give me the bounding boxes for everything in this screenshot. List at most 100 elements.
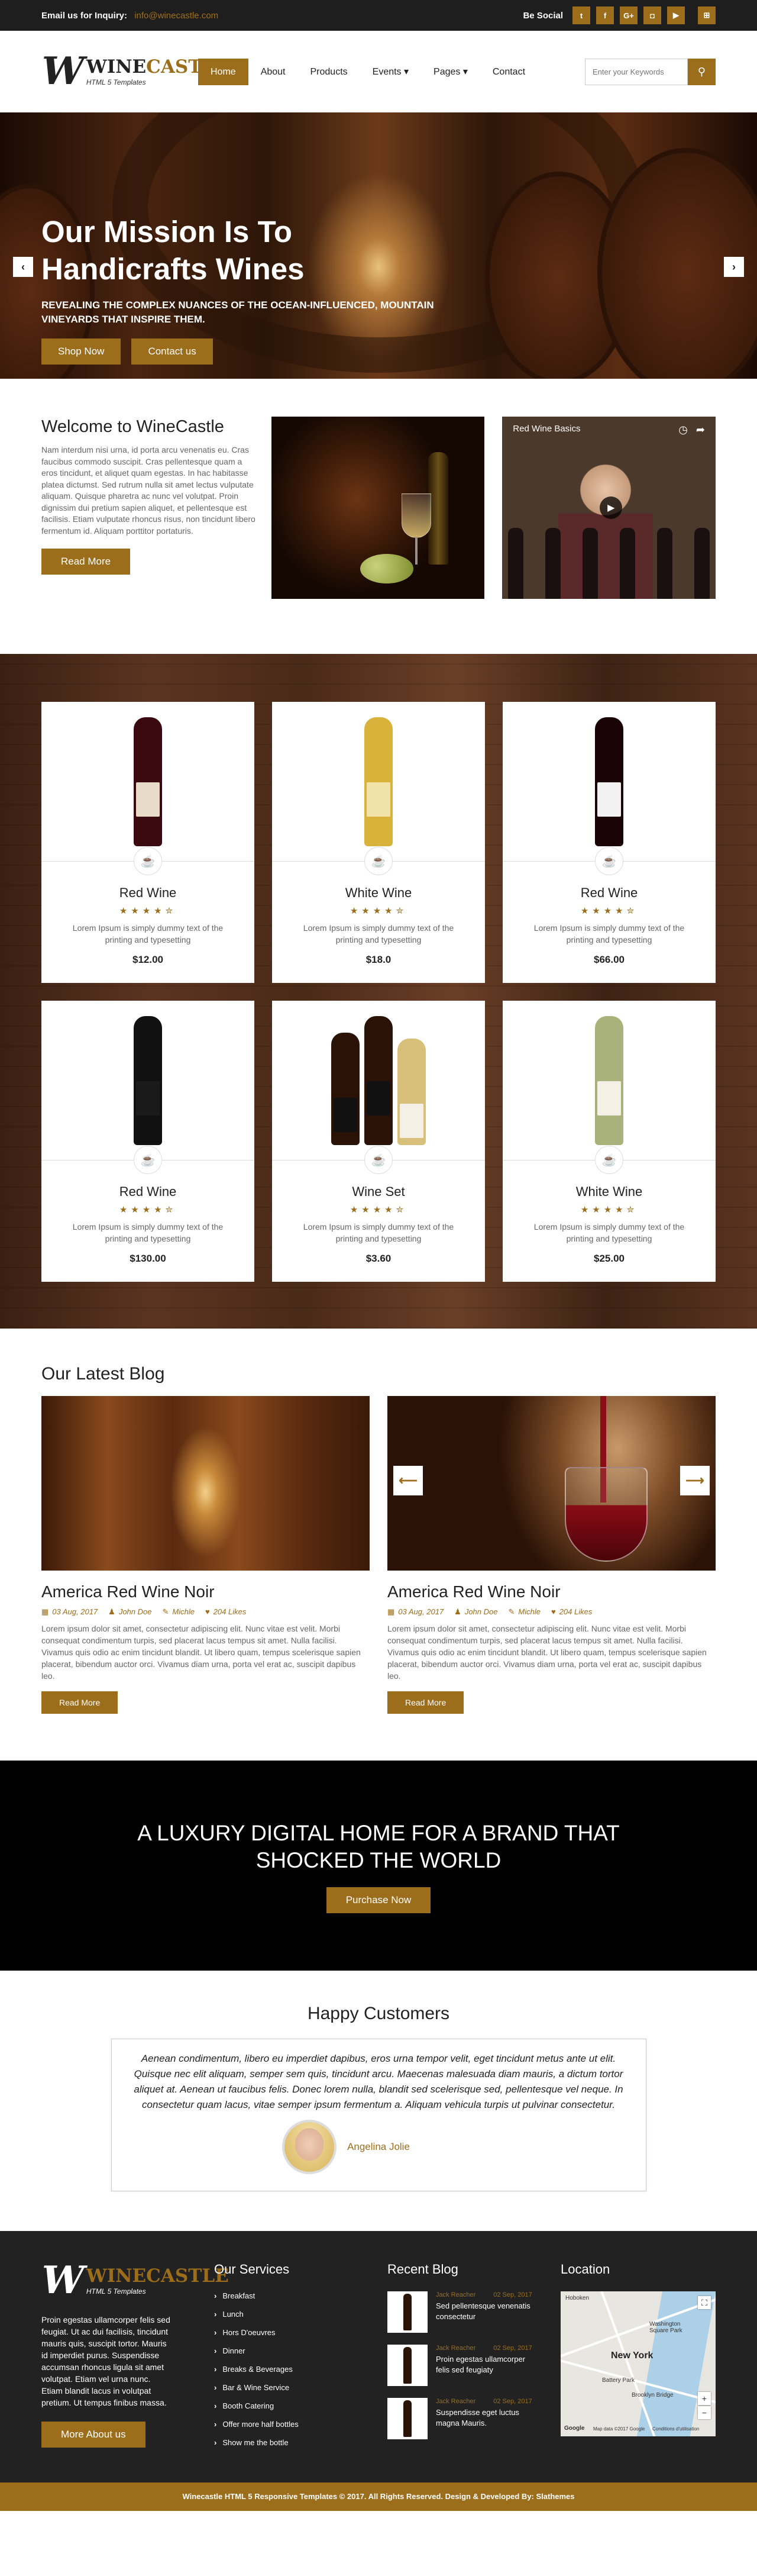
blog-post: America Red Wine Noir ▦ 03 Aug, 2017 ♟ Joh… — [41, 1396, 370, 1714]
zoom-in-icon[interactable]: + — [698, 2392, 711, 2405]
recent-blog-title: Recent Blog — [387, 2262, 458, 2277]
post-likes[interactable]: 204 Likes — [559, 1607, 593, 1617]
product-name[interactable]: Wine Set — [272, 1184, 485, 1200]
recent-post[interactable]: Jack Reacher 02 Sep, 2017 Proin egestas u… — [387, 2345, 561, 2386]
service-item[interactable]: Bar & Wine Service — [214, 2383, 387, 2392]
watch-later-icon[interactable]: ◷ — [678, 424, 688, 436]
map-city-label: New York — [611, 2351, 654, 2361]
slider-prev-button[interactable]: ‹ — [13, 257, 33, 277]
map-label: Washington Square Park — [649, 2321, 682, 2334]
product-description: Lorem Ipsum is simply dummy text of the … — [72, 1222, 224, 1243]
product-card[interactable]: ☕ Red Wine ★★★★✮ Lorem Ipsum is simply d… — [503, 702, 716, 983]
product-price: $18.0 — [365, 954, 392, 965]
recent-post-author: Jack Reacher — [436, 2345, 476, 2352]
product-card[interactable]: ☕ White Wine ★★★★✮ Lorem Ipsum is simply… — [272, 702, 485, 983]
pencil-icon: ✎ — [162, 1607, 169, 1616]
nav-events[interactable]: Events ▾ — [360, 59, 421, 85]
recent-post-thumbnail — [387, 2398, 428, 2439]
blog-meta: ▦ 03 Aug, 2017 ♟ John Doe ✎ Michle ♥ 204 Lik… — [41, 1607, 370, 1617]
more-about-us-button[interactable]: More About us — [41, 2422, 145, 2448]
product-name[interactable]: White Wine — [272, 885, 485, 901]
recent-post[interactable]: Jack Reacher 02 Sep, 2017 Suspendisse ege… — [387, 2398, 561, 2439]
post-category[interactable]: Michle — [518, 1607, 541, 1617]
cart-icon[interactable]: ☕ — [595, 847, 623, 875]
post-author[interactable]: John Doe — [119, 1607, 152, 1617]
nav-home[interactable]: Home — [198, 58, 248, 85]
zoom-out-icon[interactable]: − — [698, 2406, 711, 2419]
post-category[interactable]: Michle — [172, 1607, 195, 1617]
product-card[interactable]: ☕ Red Wine ★★★★✮ Lorem Ipsum is simply d… — [41, 702, 254, 983]
cart-icon[interactable]: ☕ — [134, 847, 162, 875]
google-plus-icon[interactable]: G+ — [620, 7, 638, 24]
instagram-icon[interactable]: ◘ — [643, 7, 661, 24]
cart-icon[interactable]: ☕ — [134, 1146, 162, 1174]
footer-logo[interactable]: W WINECASTLE HTML 5 Templates — [37, 2258, 229, 2303]
recent-post[interactable]: Jack Reacher 02 Sep, 2017 Sed pellentesqu… — [387, 2291, 561, 2333]
logo[interactable]: W WINECASTLE HTML 5 Templates — [37, 49, 229, 94]
nav-contact[interactable]: Contact — [480, 59, 538, 85]
blog-next-button[interactable]: ⟶ — [680, 1466, 710, 1495]
wine-bottle-image — [595, 1016, 623, 1145]
product-image: ☕ — [503, 702, 716, 875]
service-item[interactable]: Offer more half bottles — [214, 2420, 387, 2429]
slider-next-button[interactable]: › — [724, 257, 744, 277]
email-link[interactable]: info@winecastle.com — [134, 11, 218, 21]
twitter-icon[interactable]: t — [572, 7, 590, 24]
service-item[interactable]: Show me the bottle — [214, 2438, 387, 2447]
nav-pages[interactable]: Pages ▾ — [421, 59, 480, 85]
footer: W WINECASTLE HTML 5 Templates Proin eges… — [0, 2231, 757, 2482]
blog-title[interactable]: America Red Wine Noir — [387, 1582, 716, 1601]
recent-post-title[interactable]: Proin egestas ullamcorper felis sed feug… — [436, 2354, 536, 2375]
contact-us-button[interactable]: Contact us — [131, 338, 213, 365]
fullscreen-icon[interactable]: ⛶ — [698, 2296, 711, 2309]
cart-icon[interactable]: ☕ — [364, 847, 393, 875]
product-name[interactable]: Red Wine — [41, 885, 254, 901]
service-item[interactable]: Lunch — [214, 2310, 387, 2319]
inquiry-email: Email us for Inquiry: info@winecastle.co… — [41, 11, 218, 21]
youtube-icon[interactable]: ▶ — [667, 7, 685, 24]
nav-about[interactable]: About — [248, 59, 298, 85]
product-name[interactable]: Red Wine — [41, 1184, 254, 1200]
welcome-title: Welcome to WineCastle — [41, 417, 224, 436]
blog-image[interactable]: ⟵ ⟶ — [387, 1396, 716, 1571]
blog-prev-button[interactable]: ⟵ — [393, 1466, 423, 1495]
recent-post-date: 02 Sep, 2017 — [493, 2398, 532, 2405]
cart-icon[interactable]: ⊞ — [698, 7, 716, 24]
service-item[interactable]: Breaks & Beverages — [214, 2365, 387, 2374]
video-player[interactable]: Red Wine Basics ◷ ➦ ▶ — [502, 417, 716, 599]
product-image: ☕ — [503, 1001, 716, 1174]
service-item[interactable]: Breakfast — [214, 2291, 387, 2300]
hero-title: Our Mission Is To Handicrafts Wines — [41, 215, 305, 286]
nav-products[interactable]: Products — [298, 59, 360, 85]
cart-icon[interactable]: ☕ — [595, 1146, 623, 1174]
share-icon[interactable]: ➦ — [696, 424, 705, 436]
shop-now-button[interactable]: Shop Now — [41, 338, 121, 365]
top-bar: Email us for Inquiry: info@winecastle.co… — [0, 0, 757, 31]
blog-read-more-button[interactable]: Read More — [387, 1691, 464, 1714]
service-item[interactable]: Dinner — [214, 2346, 387, 2355]
service-item[interactable]: Hors D'oeuvres — [214, 2328, 387, 2337]
recent-post-title[interactable]: Sed pellentesque venenatis consectetur — [436, 2301, 536, 2322]
read-more-button[interactable]: Read More — [41, 549, 131, 575]
facebook-icon[interactable]: f — [596, 7, 614, 24]
product-card[interactable]: ☕ Wine Set ★★★★✮ Lorem Ipsum is simply d… — [272, 1001, 485, 1282]
post-author[interactable]: John Doe — [465, 1607, 498, 1617]
blog-image[interactable] — [41, 1396, 370, 1571]
map-label[interactable]: Conditions d'utilisation — [652, 2426, 699, 2432]
recent-post-title[interactable]: Suspendisse eget luctus magna Mauris. — [436, 2407, 536, 2429]
product-card[interactable]: ☕ Red Wine ★★★★✮ Lorem Ipsum is simply d… — [41, 1001, 254, 1282]
product-name[interactable]: White Wine — [503, 1184, 716, 1200]
video-title: Red Wine Basics — [513, 424, 581, 434]
product-name[interactable]: Red Wine — [503, 885, 716, 901]
purchase-now-button[interactable]: Purchase Now — [326, 1887, 431, 1913]
cart-icon[interactable]: ☕ — [364, 1146, 393, 1174]
post-likes[interactable]: 204 Likes — [213, 1607, 247, 1617]
footer-about-text: Proin egestas ullamcorper felis sed feug… — [41, 2315, 170, 2407]
blog-read-more-button[interactable]: Read More — [41, 1691, 118, 1714]
blog-title[interactable]: America Red Wine Noir — [41, 1582, 370, 1601]
search-input[interactable] — [585, 58, 688, 85]
product-card[interactable]: ☕ White Wine ★★★★✮ Lorem Ipsum is simply… — [503, 1001, 716, 1282]
location-map[interactable]: Hoboken Washington Square Park New York … — [561, 2291, 716, 2436]
service-item[interactable]: Booth Catering — [214, 2401, 387, 2410]
search-button[interactable]: ⚲ — [688, 58, 716, 85]
